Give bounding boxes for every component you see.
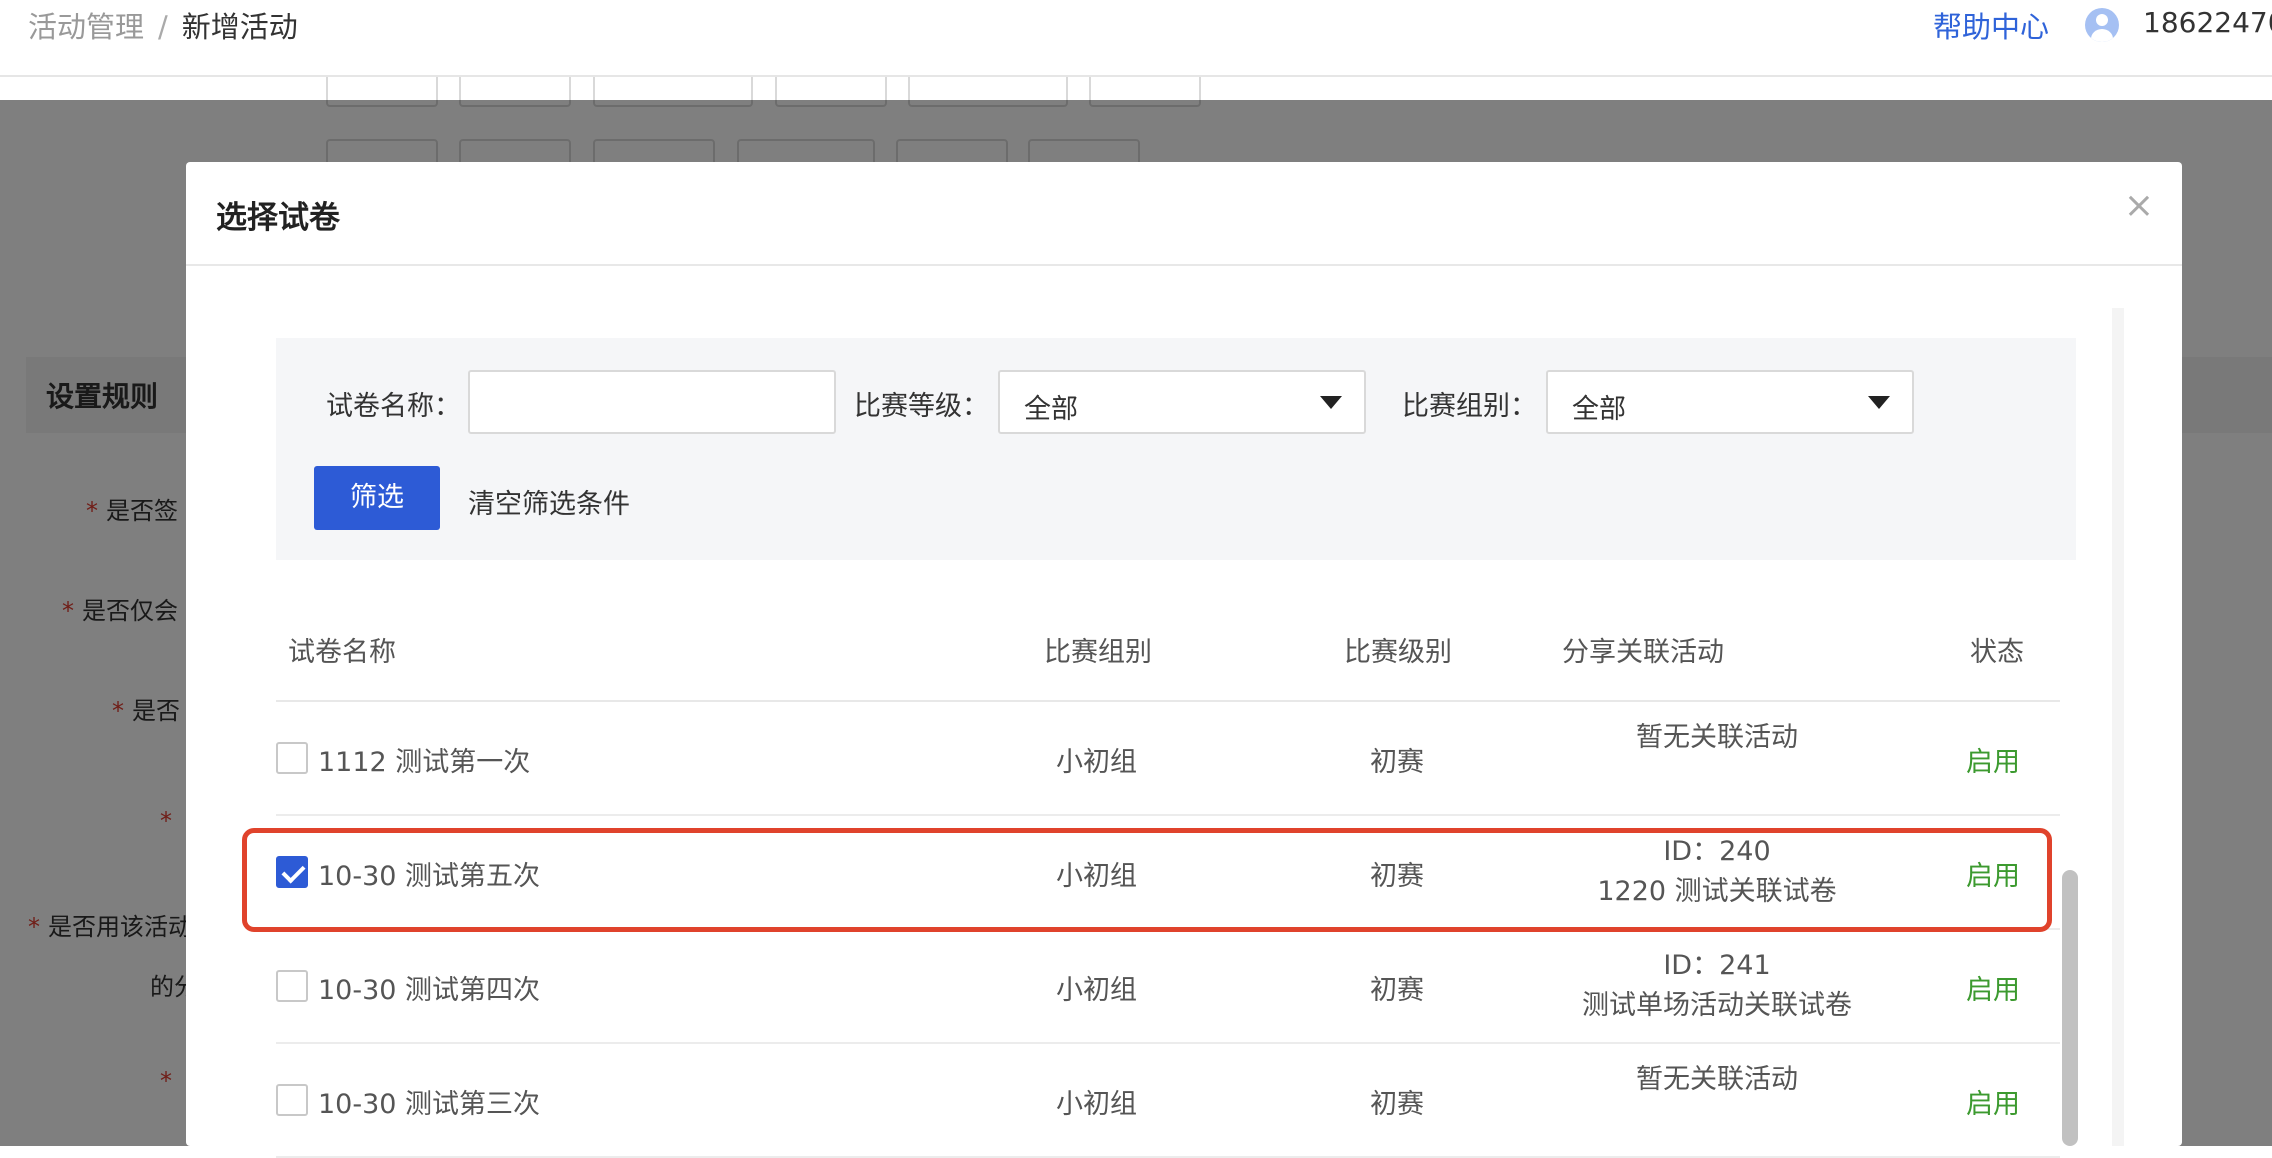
status-badge: 启用 bbox=[1966, 861, 2020, 892]
exam-name: 10-30 测试第三次 bbox=[318, 1089, 541, 1120]
competition-level: 初赛 bbox=[1370, 975, 1424, 1006]
table-row[interactable]: 10-30 测试第五次 小初组 初赛 ID：240 1220 测试关联试卷 启用 bbox=[276, 816, 2060, 930]
competition-group: 小初组 bbox=[1056, 747, 1137, 778]
header-competition-level: 比赛级别 bbox=[1344, 637, 1452, 668]
user-avatar-icon[interactable] bbox=[2085, 8, 2119, 42]
shared-activity-line: 1220 测试关联试卷 bbox=[1597, 876, 1837, 907]
row-checkbox[interactable] bbox=[276, 742, 308, 774]
caret-down-icon bbox=[1320, 396, 1342, 409]
close-icon[interactable]: × bbox=[2124, 188, 2154, 224]
shared-activity-line: ID：240 bbox=[1663, 836, 1771, 867]
status-badge: 启用 bbox=[1966, 1089, 2020, 1120]
exam-name: 1112 测试第一次 bbox=[318, 747, 531, 778]
table-row[interactable]: 1112 测试第一次 小初组 初赛 暂无关联活动 启用 bbox=[276, 702, 2060, 816]
status-badge: 启用 bbox=[1966, 975, 2020, 1006]
user-name[interactable]: 186224700 bbox=[2143, 6, 2272, 39]
modal-scrollbar-track[interactable] bbox=[2112, 308, 2124, 1146]
competition-level: 初赛 bbox=[1370, 1089, 1424, 1120]
competition-level-select[interactable]: 全部 bbox=[998, 370, 1366, 434]
row-checkbox[interactable] bbox=[276, 1084, 308, 1116]
header-status: 状态 bbox=[1970, 637, 2024, 668]
shared-activity-line: ID：241 bbox=[1663, 950, 1771, 981]
breadcrumb-separator: / bbox=[158, 10, 168, 44]
header-shared-activity: 分享关联活动 bbox=[1562, 637, 1724, 668]
competition-group-value: 全部 bbox=[1572, 394, 1626, 425]
shared-activity-line: 暂无关联活动 bbox=[1636, 1064, 1798, 1095]
modal-title: 选择试卷 bbox=[216, 200, 340, 236]
shared-activity: 暂无关联活动 bbox=[1552, 1060, 1882, 1100]
competition-level-value: 全部 bbox=[1024, 394, 1078, 425]
row-checkbox[interactable] bbox=[276, 970, 308, 1002]
caret-down-icon bbox=[1868, 396, 1890, 409]
exam-name: 10-30 测试第四次 bbox=[318, 975, 541, 1006]
clear-filters-button[interactable]: 清空筛选条件 bbox=[468, 482, 630, 521]
exam-table: 试卷名称 比赛组别 比赛级别 分享关联活动 状态 1112 测试第一次 小初组 … bbox=[276, 592, 2060, 1158]
competition-group: 小初组 bbox=[1056, 861, 1137, 892]
shared-activity-line: 测试单场活动关联试卷 bbox=[1582, 990, 1852, 1021]
top-bar: 活动管理 / 新增活动 帮助中心 186224700 bbox=[0, 0, 2272, 77]
status-badge: 启用 bbox=[1966, 747, 2020, 778]
select-exam-modal: 选择试卷 × 试卷名称： 比赛等级： 全部 比赛组别： 全部 筛选 清空筛选条件… bbox=[186, 162, 2182, 1158]
table-row[interactable]: 10-30 测试第四次 小初组 初赛 ID：241 测试单场活动关联试卷 启用 bbox=[276, 930, 2060, 1044]
competition-level: 初赛 bbox=[1370, 747, 1424, 778]
filter-button[interactable]: 筛选 bbox=[314, 466, 440, 530]
header-exam-name: 试卷名称 bbox=[288, 637, 396, 668]
table-scrollbar-thumb[interactable] bbox=[2062, 870, 2078, 1146]
modal-header: 选择试卷 × bbox=[186, 162, 2182, 266]
competition-level: 初赛 bbox=[1370, 861, 1424, 892]
competition-group-select[interactable]: 全部 bbox=[1546, 370, 1914, 434]
table-header: 试卷名称 比赛组别 比赛级别 分享关联活动 状态 bbox=[276, 592, 2060, 702]
shared-activity: ID：241 测试单场活动关联试卷 bbox=[1552, 946, 1882, 1026]
breadcrumb-item-new-activity: 新增活动 bbox=[181, 10, 298, 44]
header-competition-group: 比赛组别 bbox=[1044, 637, 1152, 668]
competition-level-label: 比赛等级： bbox=[854, 391, 989, 422]
exam-name-label: 试卷名称： bbox=[326, 391, 461, 422]
breadcrumb-item-activity-management[interactable]: 活动管理 bbox=[28, 10, 144, 44]
filter-panel: 试卷名称： 比赛等级： 全部 比赛组别： 全部 筛选 清空筛选条件 bbox=[276, 338, 2076, 560]
table-row[interactable]: 10-30 测试第三次 小初组 初赛 暂无关联活动 启用 bbox=[276, 1044, 2060, 1158]
exam-name-input[interactable] bbox=[468, 370, 836, 434]
shared-activity: 暂无关联活动 bbox=[1552, 718, 1882, 758]
breadcrumb: 活动管理 / 新增活动 bbox=[28, 4, 298, 46]
row-checkbox[interactable] bbox=[276, 856, 308, 888]
shared-activity: ID：240 1220 测试关联试卷 bbox=[1552, 832, 1882, 912]
competition-group: 小初组 bbox=[1056, 1089, 1137, 1120]
shared-activity-line: 暂无关联活动 bbox=[1636, 722, 1798, 753]
competition-group-label: 比赛组别： bbox=[1402, 391, 1537, 422]
competition-group: 小初组 bbox=[1056, 975, 1137, 1006]
help-center-link[interactable]: 帮助中心 bbox=[1933, 4, 2049, 46]
exam-name: 10-30 测试第五次 bbox=[318, 861, 541, 892]
